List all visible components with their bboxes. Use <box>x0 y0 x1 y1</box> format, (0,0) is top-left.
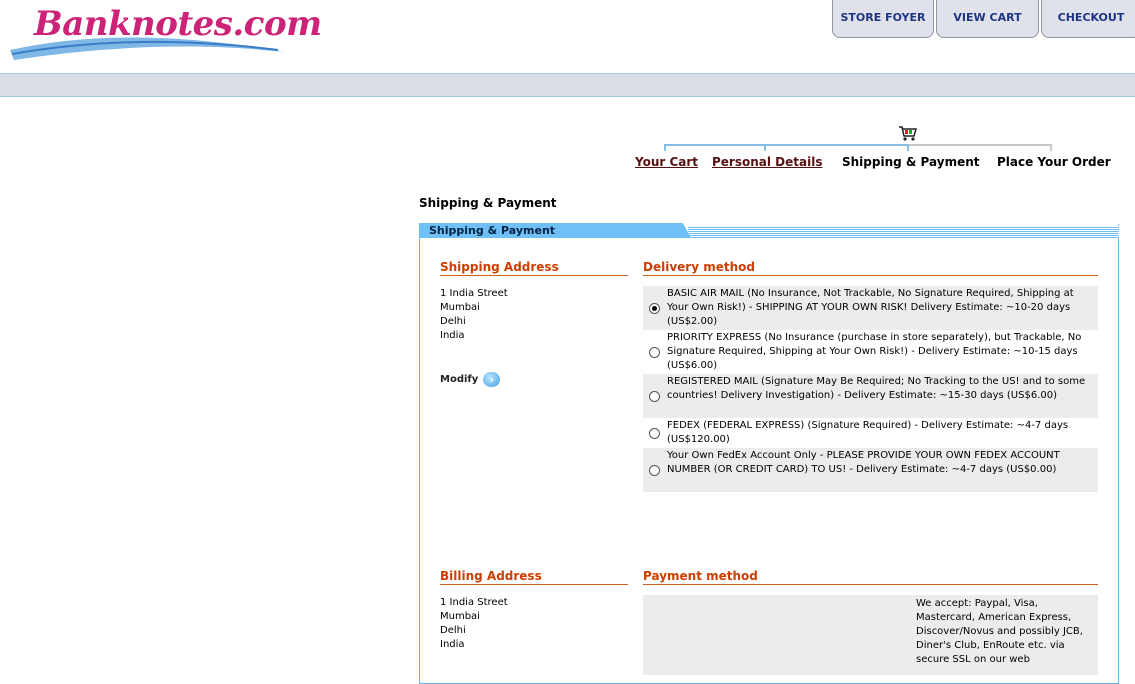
payment-method-heading: Payment method <box>643 569 1098 585</box>
shipping-address-heading: Shipping Address <box>440 260 628 276</box>
modify-address-button[interactable]: Modify › <box>440 372 501 387</box>
address-line: Mumbai <box>440 611 480 622</box>
delivery-option-label: PRIORITY EXPRESS (No Insurance (purchase… <box>667 332 1082 371</box>
delivery-option-basic-air-mail[interactable]: BASIC AIR MAIL (No Insurance, Not Tracka… <box>643 286 1098 330</box>
progress-tick <box>1050 144 1052 151</box>
logo-text: Banknotes.com <box>34 4 322 44</box>
progress-tick <box>907 144 909 151</box>
radio-button[interactable] <box>649 465 660 476</box>
view-cart-button[interactable]: VIEW CART <box>936 0 1039 38</box>
step-your-cart[interactable]: Your Cart <box>635 155 698 169</box>
radio-button[interactable] <box>649 428 660 439</box>
delivery-option-label: FEDEX (FEDERAL EXPRESS) (Signature Requi… <box>667 420 1069 445</box>
delivery-option-label: REGISTERED MAIL (Signature May Be Requir… <box>667 376 1086 401</box>
billing-address: 1 India Street Mumbai Delhi India <box>440 596 508 652</box>
modify-label: Modify <box>440 374 479 385</box>
address-line: Delhi <box>440 316 466 327</box>
step-personal-details[interactable]: Personal Details <box>712 155 822 169</box>
delivery-option-registered-mail[interactable]: REGISTERED MAIL (Signature May Be Requir… <box>643 374 1098 418</box>
progress-tick <box>664 144 666 151</box>
radio-button[interactable] <box>649 347 660 358</box>
checkout-button[interactable]: CHECKOUT <box>1041 0 1135 38</box>
page-title: Shipping & Payment <box>419 196 557 210</box>
nav-bar <box>0 73 1135 97</box>
progress-line-done <box>665 144 909 146</box>
shipping-address: 1 India Street Mumbai Delhi India <box>440 287 508 343</box>
progress-line-todo <box>909 144 1052 146</box>
step-place-order: Place Your Order <box>997 155 1111 169</box>
delivery-option-own-fedex-account[interactable]: Your Own FedEx Account Only - PLEASE PRO… <box>643 448 1098 492</box>
delivery-method-heading: Delivery method <box>643 260 1098 276</box>
site-logo[interactable]: Banknotes.com <box>8 2 322 64</box>
address-line: India <box>440 330 465 341</box>
delivery-option-fedex[interactable]: FEDEX (FEDERAL EXPRESS) (Signature Requi… <box>643 418 1098 448</box>
billing-address-heading: Billing Address <box>440 569 628 585</box>
radio-button-selected[interactable] <box>649 303 660 314</box>
delivery-option-label: Your Own FedEx Account Only - PLEASE PRO… <box>667 450 1060 475</box>
panel-tab-title: Shipping & Payment <box>419 223 691 238</box>
delivery-option-label: BASIC AIR MAIL (No Insurance, Not Tracka… <box>667 288 1074 327</box>
panel-header-stripes <box>688 226 1119 238</box>
address-line: 1 India Street <box>440 597 508 608</box>
progress-tick <box>764 144 766 151</box>
delivery-option-priority-express[interactable]: PRIORITY EXPRESS (No Insurance (purchase… <box>643 330 1098 374</box>
radio-button[interactable] <box>649 391 660 402</box>
store-foyer-button[interactable]: STORE FOYER <box>832 0 934 38</box>
address-line: Delhi <box>440 625 466 636</box>
payment-accept-text: We accept: Paypal, Visa, Mastercard, Ame… <box>916 598 1083 665</box>
address-line: India <box>440 639 465 650</box>
shopping-cart-icon <box>899 126 917 141</box>
address-line: Mumbai <box>440 302 480 313</box>
step-shipping-payment: Shipping & Payment <box>842 155 980 169</box>
arrow-right-icon: › <box>483 372 501 387</box>
address-line: 1 India Street <box>440 288 508 299</box>
